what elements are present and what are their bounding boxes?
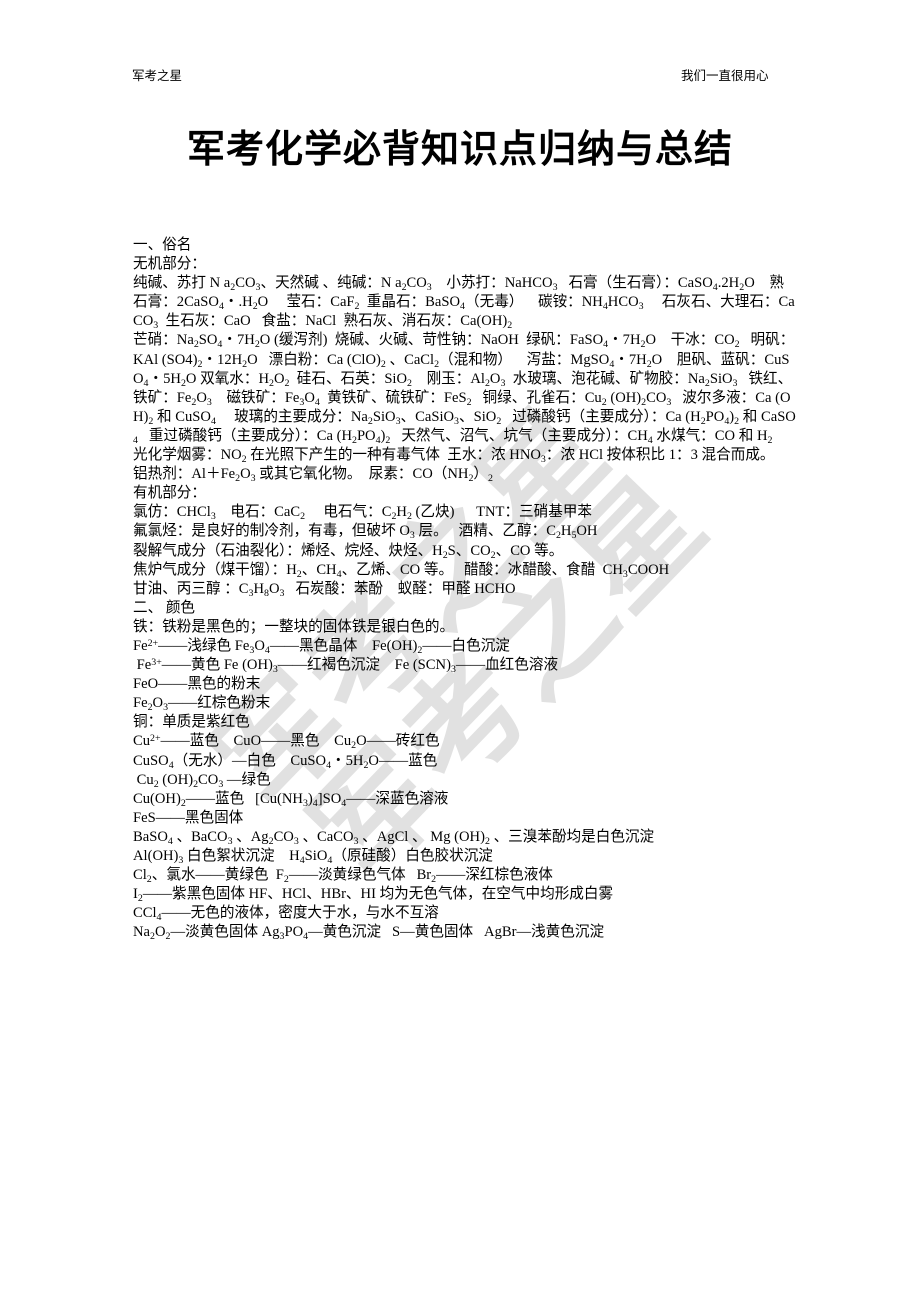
body-line: 氯仿：CHCl3 电石：CaC2 电石气：C2H2 (乙炔) TNT：三硝基甲苯 bbox=[133, 504, 593, 523]
body-line: CuSO4（无水）—白色 CuSO4・5H2O——蓝色 bbox=[133, 752, 438, 771]
document-body: 一、俗名无机部分： 纯碱、苏打 N a2CO3、天然碱 、纯碱：N a2CO3 小… bbox=[133, 236, 797, 942]
running-head-left: 军考之星 bbox=[132, 69, 183, 83]
body-line: 铝热剂：Al＋Fe2O3 或其它氧化物。 尿素：CO（NH2）2 bbox=[133, 466, 493, 484]
body-line: 焦炉气成分（煤干馏）：H2、CH4、乙烯、CO 等。 醋酸：冰醋酸、食醋 CH3… bbox=[133, 561, 670, 580]
body-line: 光化学烟雾：NO2 在光照下产生的一种有毒气体 王水：浓 HNO3：浓 HCl … bbox=[133, 447, 775, 465]
body-line: Cl2、氯水——黄绿色 F2——淡黄绿色气体 Br2——深红棕色液体 bbox=[133, 867, 553, 885]
body-line: Fe2+——浅绿色 Fe3O4——黑色晶体 Fe(OH)2——白色沉淀 bbox=[133, 637, 510, 656]
body-line: Cu2 (OH)2CO3 —绿色 bbox=[133, 771, 271, 790]
body-line: 一、俗名 bbox=[133, 237, 192, 253]
body-line: Cu2+——蓝色 CuO——黑色 Cu2O——砖红色 bbox=[133, 733, 440, 752]
body-line: FeO——黑色的粉末 bbox=[133, 676, 261, 693]
body-line: 甘油、丙三醇 ：C3H8O3 石炭酸：苯酚 蚁醛：甲醛 HCHO bbox=[133, 580, 516, 599]
body-line: Fe3+——黄色 Fe (OH)3——红褐色沉淀 Fe (SCN)3——血红色溶… bbox=[133, 656, 559, 675]
body-line: FeS——黑色固体 bbox=[133, 809, 244, 826]
body-line: Fe2O3——红棕色粉末 bbox=[133, 695, 271, 714]
body-line: Na2O2—淡黄色固体 Ag3PO4—黄色沉淀 S—黄色固体 AgBr—浅黄色沉… bbox=[133, 924, 605, 943]
body-line: 有机部分： bbox=[133, 485, 206, 502]
body-line: I2——紫黑色固体 HF、HCl、HBr、HI 均为无色气体，在空气中均形成白雾 bbox=[133, 886, 614, 904]
body-line: 芒硝：Na2SO4・7H2O (缓泻剂) 烧碱、火碱、苛性钠：NaOH 绿矾：F… bbox=[133, 332, 796, 446]
body-line: 裂解气成分（石油裂化）：烯烃、烷烃、炔烃、H2S、CO2、CO 等。 bbox=[133, 542, 564, 561]
body-line: Cu(OH)2——蓝色 [Cu(NH3)4]SO4——深蓝色溶液 bbox=[133, 790, 449, 809]
page-title: 军考化学必背知识点归纳与总结 bbox=[186, 127, 733, 171]
body-line: BaSO4 、BaCO3 、Ag2CO3 、CaCO3 、AgCl 、 Mg (… bbox=[133, 828, 655, 847]
body-line: 无机部分： bbox=[133, 256, 206, 273]
body-line: Al(OH)3 白色絮状沉淀 H4SiO4（原硅酸）白色胶状沉淀 bbox=[133, 848, 493, 866]
body-line: 二、 颜色 bbox=[133, 599, 196, 616]
body-line: 铁：铁粉是黑色的；一整块的固体铁是银白色的。 bbox=[133, 618, 455, 635]
running-head-right: 我们一直很用心 bbox=[681, 69, 769, 83]
body-line: 纯碱、苏打 N a2CO3、天然碱 、纯碱：N a2CO3 小苏打：NaHCO3… bbox=[133, 275, 795, 332]
document-page: 军考之星 军考之星 军考之星 我们一直很用心 军考化学必背知识点归纳与总结 一、… bbox=[0, 0, 920, 1302]
body-line: 氟氯烃：是良好的制冷剂，有毒，但破坏 O3 层。 酒精、乙醇：C2H5OH bbox=[133, 523, 598, 542]
body-line: 铜：单质是紫红色 bbox=[133, 714, 250, 731]
body-line: CCl4——无色的液体，密度大于水，与水不互溶 bbox=[133, 905, 439, 924]
